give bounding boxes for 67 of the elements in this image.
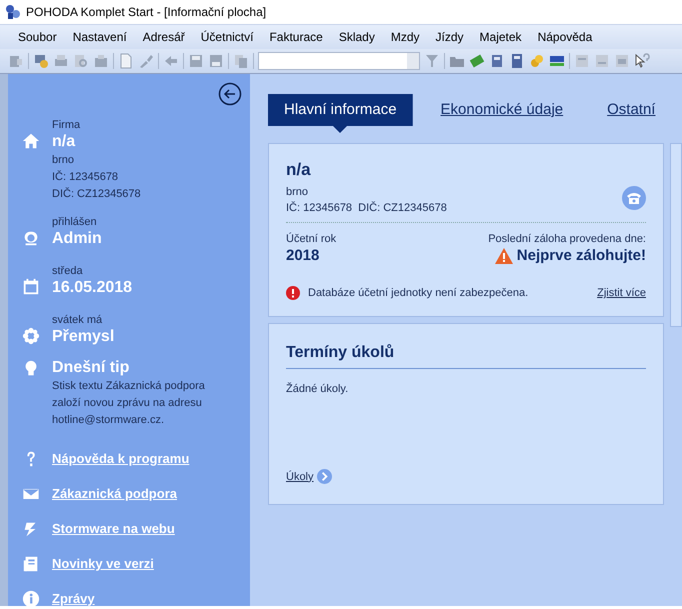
document-icon[interactable] [118, 53, 134, 69]
list-icon[interactable] [574, 53, 590, 69]
info-value: Admin [52, 229, 102, 249]
calculator-icon[interactable] [489, 53, 505, 69]
tip-text: Stisk textu Zákaznická podpora založí novou zprávu na adresu hotline@stormware.cz. [52, 379, 206, 428]
menu-item[interactable]: Majetek [472, 30, 530, 44]
back-arrow-icon[interactable] [163, 53, 179, 69]
menu-item[interactable]: Účetnictví [192, 30, 262, 44]
company-city: brno [286, 185, 310, 200]
company-ids: IČ: 12345678 DIČ: CZ12345678 [286, 200, 447, 216]
save-as-icon[interactable] [208, 53, 224, 69]
error-icon [286, 286, 300, 300]
bank-card-icon[interactable] [549, 53, 565, 69]
user-icon [22, 229, 40, 247]
flower-icon [22, 327, 40, 345]
info-label: přihlášen [52, 215, 98, 229]
warning-text: Databáze účetní jednotky není zabezpečena. [308, 287, 530, 299]
menu-item[interactable]: Nápověda [530, 30, 600, 44]
tip-title: Dnešní tip [52, 358, 130, 378]
chevron-icon[interactable] [316, 469, 332, 484]
calendar-icon [22, 278, 40, 296]
learn-more-link[interactable]: Zjistit více [597, 287, 646, 299]
phone-icon[interactable] [622, 186, 646, 210]
menu-item[interactable]: Fakturace [261, 30, 331, 44]
document-icon [22, 554, 40, 572]
back-icon[interactable] [218, 82, 242, 106]
menu-item[interactable]: Sklady [330, 30, 383, 44]
warning-icon [494, 248, 513, 264]
backup-label: Poslední záloha provedena dne: [488, 232, 646, 247]
printer-icon[interactable] [53, 53, 69, 69]
menu-item[interactable]: Jízdy [428, 30, 472, 44]
company-name: n/a [286, 160, 312, 180]
tab[interactable]: Ostatní [591, 94, 672, 126]
info-label: středa [52, 264, 84, 278]
info-line: IČ: 12345678 [52, 169, 120, 185]
menu-item[interactable]: Soubor [10, 30, 65, 44]
tab[interactable]: Hlavní informace [268, 94, 413, 133]
menu-item[interactable]: Nastavení [64, 30, 135, 44]
copy-icon[interactable] [233, 53, 249, 69]
tasks-link[interactable]: Úkoly [286, 470, 314, 482]
tab[interactable]: Ekonomické údaje [424, 94, 580, 126]
print-preview-icon[interactable] [73, 53, 89, 69]
combo-box[interactable] [258, 52, 420, 70]
tasks-title: Termíny úkolů [286, 344, 646, 369]
save-icon[interactable] [188, 53, 204, 69]
info-label: svátek má [52, 313, 104, 327]
export-icon[interactable] [93, 53, 109, 69]
window-title: POHODA Komplet Start - [Informační plocha] [26, 5, 266, 19]
info-value: 16.05.2018 [52, 278, 132, 298]
backup-value: Nejprve zálohujte! [516, 247, 646, 264]
calculator-icon[interactable] [509, 53, 525, 69]
menu-item[interactable]: Mzdy [382, 30, 428, 44]
info-value: n/a [52, 132, 76, 152]
filter-icon[interactable] [424, 53, 440, 69]
list-icon[interactable] [594, 53, 610, 69]
year-label: Účetní rok [286, 232, 336, 247]
help-icon[interactable] [634, 53, 650, 69]
info-label: Firma [52, 118, 82, 132]
info-line: DIČ: CZ12345678 [52, 186, 141, 202]
brush-icon[interactable] [138, 53, 154, 69]
home-icon [22, 132, 40, 150]
menu-item[interactable]: Adresář [134, 30, 193, 44]
info-line: brno [52, 153, 76, 168]
info-value: Přemysl [52, 327, 114, 347]
app-icon [5, 4, 21, 20]
year-value: 2018 [286, 247, 320, 264]
empty-text: Žádné úkoly. [286, 383, 350, 397]
